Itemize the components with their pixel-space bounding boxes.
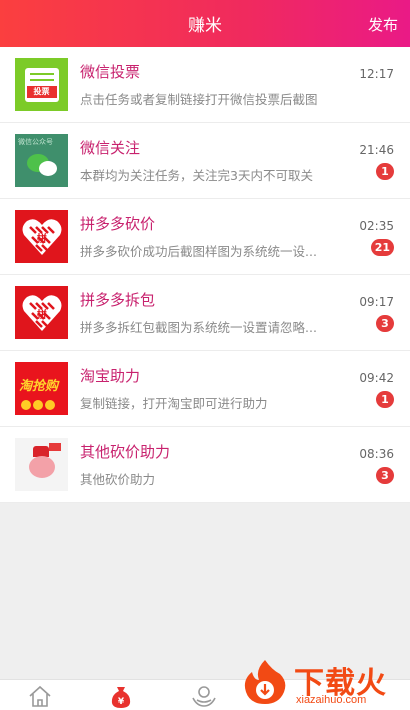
unread-badge: 1 — [376, 391, 394, 408]
task-item-wechat-vote[interactable]: 投票 微信投票 点击任务或者复制链接打开微信投票后截图 12:17 — [0, 47, 410, 123]
task-description: 其他砍价助力 — [80, 472, 156, 487]
watermark: 下载火 xiazaihuo.com — [240, 656, 408, 710]
unread-badge: 3 — [376, 467, 394, 484]
pig-mascot-icon — [29, 456, 55, 478]
unread-badge: 3 — [376, 315, 394, 332]
coin-icon — [33, 400, 43, 410]
pinduoduo-thumbnail: 拼 — [15, 210, 68, 263]
task-item-other-bargain[interactable]: 其他砍价助力 其他砍价助力 08:36 3 — [0, 427, 410, 503]
app-header: 赚米 发布 — [0, 0, 410, 47]
pinduoduo-logo-icon: 拼 — [22, 294, 61, 331]
task-time: 09:42 — [359, 371, 394, 385]
task-time: 02:35 — [359, 219, 394, 233]
task-time: 09:17 — [359, 295, 394, 309]
thumb-label: 淘抢购 — [19, 379, 59, 394]
home-icon — [29, 685, 51, 707]
thumb-label: 拼 — [37, 308, 47, 321]
thumb-label: 拼 — [37, 232, 47, 245]
wechat-follow-thumbnail: 微信公众号 — [15, 134, 68, 187]
pinduoduo-logo-icon: 拼 — [22, 218, 61, 255]
pinduoduo-thumbnail: 拼 — [15, 286, 68, 339]
thumb-label: 投票 — [26, 85, 57, 98]
hands-icon — [192, 686, 216, 707]
svg-text:¥: ¥ — [118, 697, 125, 707]
task-item-pdd-redpacket[interactable]: 拼 拼多多拆包 拼多多拆红包截图为系统统一设置请忽略... 09:17 3 — [0, 275, 410, 351]
ballot-icon: 投票 — [24, 67, 59, 102]
task-list: 投票 微信投票 点击任务或者复制链接打开微信投票后截图 12:17 微信公众号 … — [0, 47, 410, 503]
tab-earn[interactable]: ¥ — [108, 684, 134, 708]
fire-logo-icon — [244, 660, 286, 704]
task-description: 拼多多拆红包截图为系统统一设置请忽略... — [80, 320, 317, 335]
tab-services[interactable] — [191, 684, 217, 708]
task-description: 本群均为关注任务，关注完3天内不可取关 — [80, 168, 313, 183]
other-bargain-thumbnail — [15, 438, 68, 491]
thumb-label: 微信公众号 — [18, 138, 53, 146]
wechat-vote-thumbnail: 投票 — [15, 58, 68, 111]
publish-button[interactable]: 发布 — [368, 14, 398, 35]
unread-badge: 1 — [376, 163, 394, 180]
task-description: 复制链接，打开淘宝即可进行助力 — [80, 396, 268, 411]
task-time: 12:17 — [359, 67, 394, 81]
task-item-wechat-follow[interactable]: 微信公众号 微信关注 本群均为关注任务，关注完3天内不可取关 21:46 1 — [0, 123, 410, 199]
task-description: 点击任务或者复制链接打开微信投票后截图 — [80, 92, 318, 107]
tab-home[interactable] — [27, 684, 53, 708]
task-description: 拼多多砍价成功后截图样图为系统统一设... — [80, 244, 317, 259]
taobao-thumbnail: 淘抢购 — [15, 362, 68, 415]
coin-icon — [45, 400, 55, 410]
page-title: 赚米 — [188, 16, 222, 36]
unread-badge: 21 — [370, 239, 394, 256]
watermark-url: xiazaihuo.com — [296, 694, 367, 706]
money-bag-icon: ¥ — [111, 687, 131, 708]
task-item-taobao-assist[interactable]: 淘抢购 淘宝助力 复制链接，打开淘宝即可进行助力 09:42 1 — [0, 351, 410, 427]
task-time: 08:36 — [359, 447, 394, 461]
task-time: 21:46 — [359, 143, 394, 157]
task-item-pdd-bargain[interactable]: 拼 拼多多砍价 拼多多砍价成功后截图样图为系统统一设... 02:35 21 — [0, 199, 410, 275]
coin-icon — [21, 400, 31, 410]
